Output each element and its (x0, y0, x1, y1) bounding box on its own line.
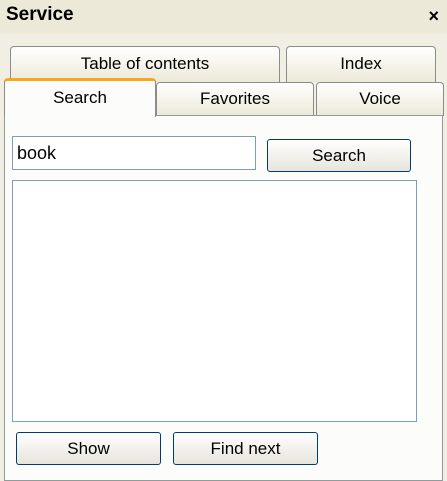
close-icon[interactable]: × (428, 6, 439, 27)
find-next-button[interactable]: Find next (173, 432, 318, 465)
title-bar: Service × (0, 0, 447, 34)
tab-search[interactable]: Search (4, 78, 156, 117)
tab-label: Voice (359, 89, 401, 108)
tab-label: Favorites (200, 89, 270, 108)
tab-label: Search (53, 88, 107, 107)
window-title: Service (6, 4, 74, 25)
search-input[interactable] (12, 136, 256, 170)
search-results-list[interactable] (12, 180, 417, 422)
tab-label: Table of contents (80, 54, 210, 73)
search-button[interactable]: Search (267, 139, 411, 172)
tab-label: Index (340, 54, 382, 73)
tab-voice[interactable]: Voice (316, 82, 444, 116)
show-button[interactable]: Show (16, 432, 161, 465)
tab-index[interactable]: Index (286, 46, 436, 82)
tab-table-of-contents[interactable]: Table of contents (10, 46, 280, 82)
tab-favorites[interactable]: Favorites (156, 82, 314, 116)
